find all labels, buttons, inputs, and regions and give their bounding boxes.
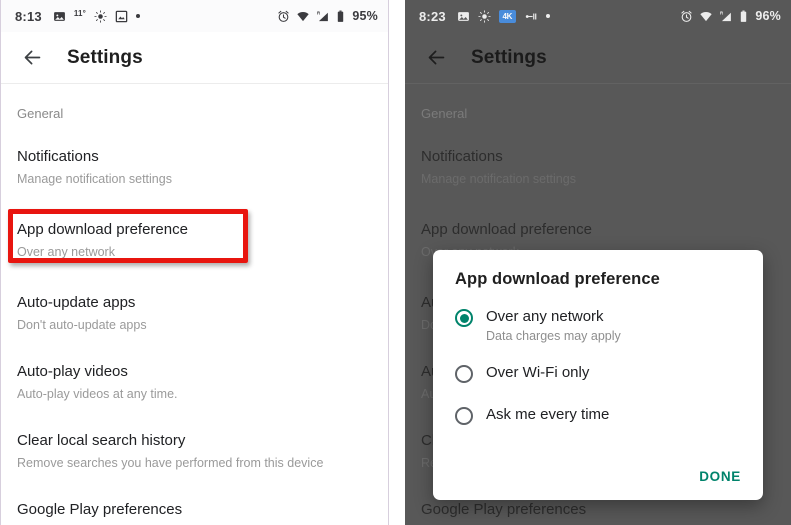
gallery-icon — [115, 10, 128, 23]
list-item-subtitle: Don't auto-update apps — [17, 318, 147, 332]
radio-option-label: Over any network — [486, 308, 604, 325]
list-item-clear-local-search-history[interactable]: Clear local search history Remove search… — [17, 421, 388, 490]
list-item-auto-update-apps[interactable]: Auto-update apps Don't auto-update apps — [17, 277, 388, 352]
section-header-general: General — [17, 106, 64, 121]
right-phone-screen: 8:23 4K R 96% Settings General Notificat… — [405, 0, 791, 525]
battery-percent: 95% — [352, 9, 378, 23]
radio-option-text: Ask me every time — [486, 405, 609, 424]
status-time: 8:13 — [15, 8, 42, 24]
left-phone-screen: 8:13 11° R 95% Settings General Notifica… — [0, 0, 389, 525]
radio-option-over-any-network[interactable]: Over any network Data charges may apply — [455, 307, 741, 345]
list-item-subtitle: Auto-play videos at any time. — [17, 387, 178, 401]
list-item-title: Google Play preferences — [17, 501, 183, 518]
wifi-icon — [296, 10, 310, 23]
list-item-title: Clear local search history — [17, 432, 186, 449]
dialog-actions: DONE — [699, 468, 741, 486]
list-item-subtitle: Remove searches you have performed from … — [17, 456, 324, 470]
left-status-bar-left-group: 8:13 11° — [15, 8, 141, 24]
dialog-title: App download preference — [455, 270, 660, 288]
left-app-bar: Settings — [1, 32, 388, 84]
dot-icon — [136, 14, 141, 18]
app-download-preference-dialog: App download preference Over any network… — [433, 250, 763, 500]
list-item-auto-play-videos[interactable]: Auto-play videos Auto-play videos at any… — [17, 352, 388, 421]
list-item-title: Notifications — [17, 148, 99, 165]
list-item-notifications[interactable]: Notifications Manage notification settin… — [17, 137, 388, 206]
radio-button-selected-icon[interactable] — [455, 309, 473, 327]
brightness-icon — [94, 9, 107, 23]
list-item-subtitle: Manage notification settings — [17, 172, 172, 186]
left-settings-list: General Notifications Manage notificatio… — [1, 84, 388, 525]
list-item-subtitle: Over any network — [17, 245, 115, 259]
svg-text:R: R — [317, 10, 321, 15]
list-item-app-download-preference[interactable]: App download preference Over any network — [17, 206, 388, 277]
battery-icon — [336, 10, 345, 23]
radio-option-ask-me-every-time[interactable]: Ask me every time — [455, 405, 741, 425]
image-icon — [53, 10, 66, 23]
radio-option-sublabel: Data charges may apply — [486, 329, 621, 343]
back-arrow-icon[interactable] — [17, 43, 47, 73]
temperature-icon: 11° — [73, 8, 87, 18]
page-title: Settings — [67, 46, 143, 68]
radio-option-over-wifi-only[interactable]: Over Wi-Fi only — [455, 363, 741, 383]
radio-button-icon[interactable] — [455, 407, 473, 425]
radio-option-text: Over any network Data charges may apply — [486, 307, 621, 345]
screenshot-stage: 8:13 11° R 95% Settings General Notifica… — [0, 0, 791, 525]
left-status-bar-right-group: R 95% — [277, 9, 378, 23]
list-item-title: App download preference — [17, 221, 188, 238]
alarm-icon — [277, 10, 290, 23]
list-item-google-play-preferences[interactable]: Google Play preferences Remove history i… — [17, 490, 388, 525]
radio-button-icon[interactable] — [455, 365, 473, 383]
radio-option-label: Ask me every time — [486, 406, 610, 423]
list-item-title: Auto-play videos — [17, 363, 128, 380]
radio-option-text: Over Wi-Fi only — [486, 363, 589, 382]
radio-option-label: Over Wi-Fi only — [486, 364, 590, 381]
left-status-bar: 8:13 11° R 95% — [1, 0, 388, 32]
signal-icon: R — [316, 10, 330, 23]
done-button[interactable]: DONE — [699, 469, 741, 484]
list-item-title: Auto-update apps — [17, 294, 136, 311]
